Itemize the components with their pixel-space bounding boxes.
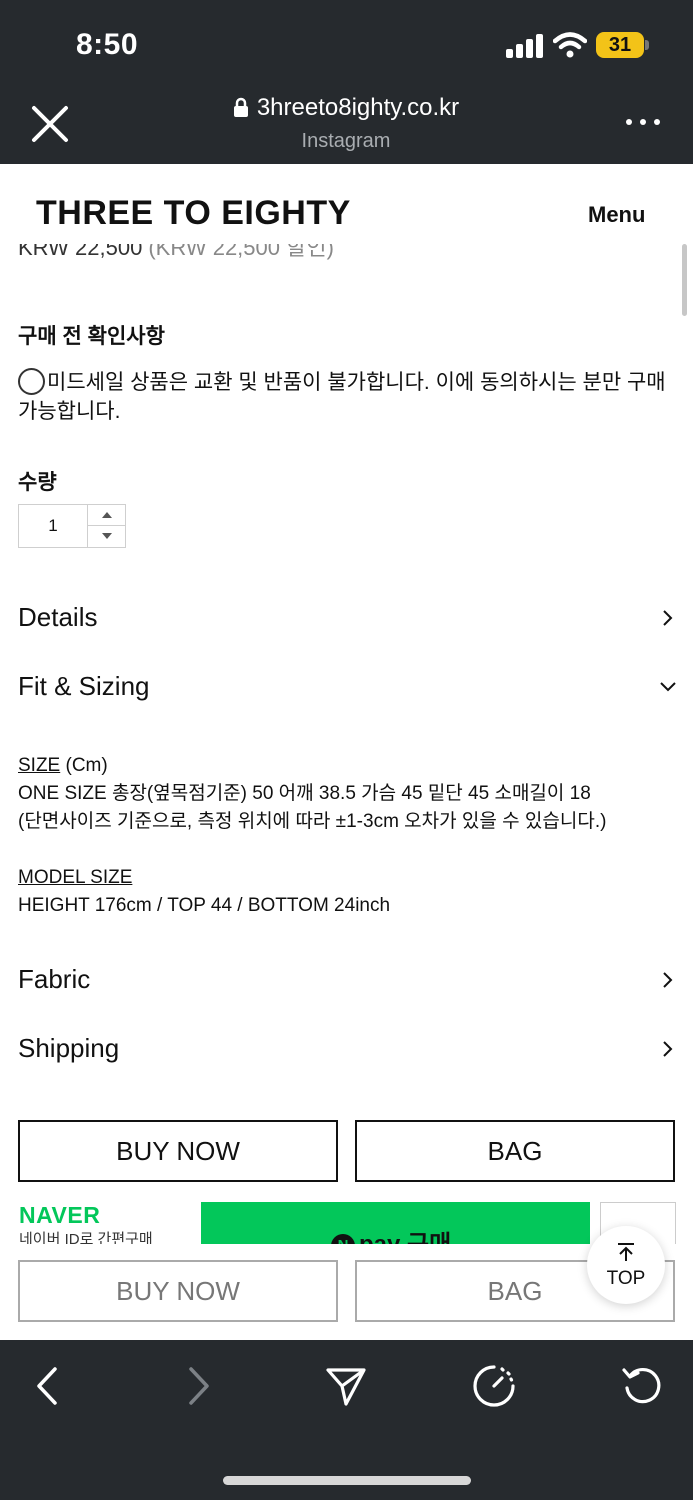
accordion-shipping[interactable]: Shipping [18,1027,680,1071]
refresh-icon[interactable] [620,1364,664,1408]
chevron-right-icon [663,972,673,988]
chevron-down-icon [660,682,676,692]
sticky-buy-now-button[interactable]: BUY NOW [18,1260,338,1322]
size-unit: (Cm) [60,755,108,776]
shipping-label: Shipping [18,1033,120,1063]
status-bar: 8:50 31 [0,0,693,88]
buy-now-button[interactable]: BUY NOW [18,1120,338,1182]
quantity-input[interactable]: 1 [19,505,87,547]
price-line: KRW 22,500 (KRW 22,500 할인) [18,244,418,270]
chevron-right-icon [663,1041,673,1057]
quantity-stepper[interactable]: 1 [18,504,126,548]
naver-logo: NAVER [19,1202,101,1228]
forward-icon[interactable] [176,1364,220,1408]
battery-icon: 31 [596,32,644,58]
accordion-fit-sizing[interactable]: Fit & Sizing [18,665,680,709]
wifi-icon [553,32,587,58]
battery-tip [645,40,649,50]
price-sub: (KRW 22,500 할인) [148,244,334,260]
scrollbar[interactable] [682,244,687,316]
signal-icon [506,34,544,58]
notice-heading: 구매 전 확인사항 [18,325,165,348]
quantity-heading: 수량 [18,471,57,494]
naver-subtitle: 네이버 ID로 간편구매 [19,1231,153,1244]
size-measurements: ONE SIZE 총장(옆목점기준) 50 어깨 38.5 가슴 45 밑단 4… [18,783,591,804]
arrow-up-icon [618,1243,634,1261]
size-label: SIZE [18,755,61,776]
stepper-controls [87,505,126,547]
decrement-button[interactable] [88,526,126,547]
fabric-label: Fabric [18,964,91,994]
accordion-fabric[interactable]: Fabric [18,958,680,1002]
url-box[interactable]: 3hreeto8ighty.co.kr Instagram [150,94,542,153]
increment-button[interactable] [88,505,126,526]
naver-pay-button[interactable]: Npay 구매 [201,1202,590,1244]
model-size-values: HEIGHT 176cm / TOP 44 / BOTTOM 24inch [18,895,391,916]
home-indicator[interactable] [223,1476,471,1485]
notice-text: 미드세일 상품은 교환 및 반품이 불가합니다. 이에 동의하시는 분만 구매 … [18,371,666,423]
close-icon[interactable] [28,102,72,146]
browser-header: 3hreeto8ighty.co.kr Instagram [0,88,693,164]
site-header: THREE TO EIGHTY Menu [0,164,693,244]
chevron-right-icon [663,610,673,626]
model-size-label: MODEL SIZE [18,867,133,888]
more-options-icon[interactable] [626,110,660,134]
size-info: SIZE (Cm) ONE SIZE 총장(옆목점기준) 50 어깨 38.5 … [18,752,680,836]
scroll-top-button[interactable]: TOP [587,1226,665,1304]
npay-label: pay 구매 [359,1231,451,1244]
top-label: TOP [606,1268,646,1289]
status-time: 8:50 [76,28,139,61]
caret-down-icon [102,533,112,539]
url-source: Instagram [301,130,391,152]
notice-agreement[interactable]: 미드세일 상품은 교환 및 반품이 불가합니다. 이에 동의하시는 분만 구매 … [18,368,680,426]
caret-up-icon [102,512,112,518]
price-main: KRW 22,500 [18,244,143,260]
agree-radio[interactable] [18,368,45,395]
details-label: Details [18,602,98,632]
web-page: THREE TO EIGHTY Menu KRW 22,500 (KRW 22,5… [0,164,693,1340]
url-text: 3hreeto8ighty.co.kr [256,94,460,121]
npay-logo-icon: N [331,1234,355,1244]
model-info: MODEL SIZE HEIGHT 176cm / TOP 44 / BOTTO… [18,864,680,920]
fit-sizing-label: Fit & Sizing [18,671,150,701]
back-icon[interactable] [26,1364,70,1408]
lock-icon [233,97,248,117]
timer-icon[interactable] [472,1364,516,1408]
menu-button[interactable]: Menu [588,202,645,228]
add-to-bag-button[interactable]: BAG [355,1120,675,1182]
accordion-details[interactable]: Details [18,596,680,640]
site-logo[interactable]: THREE TO EIGHTY [36,194,351,233]
share-icon[interactable] [324,1364,368,1408]
size-note: (단면사이즈 기준으로, 측정 위치에 따라 ±1-3cm 오차가 있을 수 있… [18,811,607,832]
